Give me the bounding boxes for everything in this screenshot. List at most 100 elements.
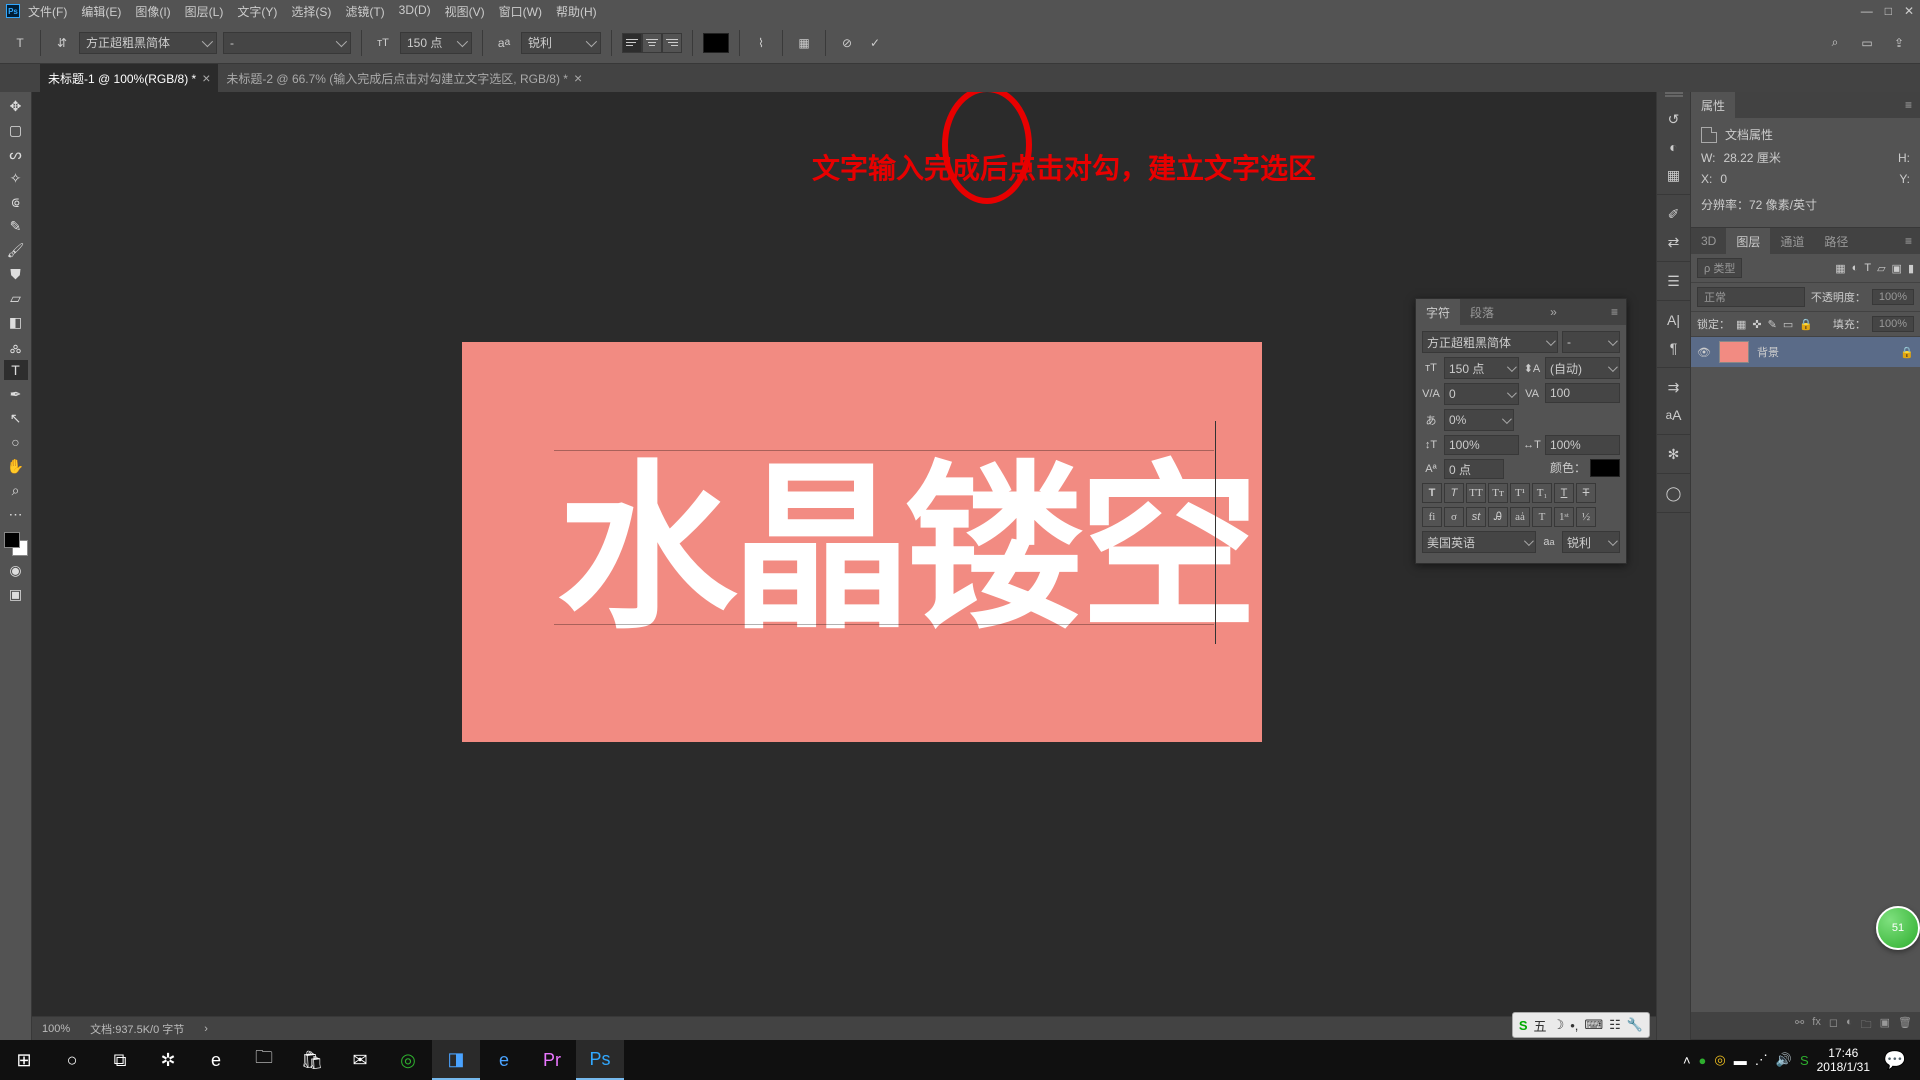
canvas-area[interactable]: 文字输入完成后点击对勾，建立文字选区 水晶镂空	[32, 92, 1656, 1040]
font-style-select[interactable]: -	[223, 32, 351, 54]
char-baseline[interactable]: 0 点	[1444, 459, 1504, 479]
strikethrough[interactable]: T	[1576, 483, 1596, 503]
char-style-select[interactable]: -	[1562, 331, 1620, 353]
minimize-button[interactable]: —	[1861, 4, 1873, 18]
ime-punct-icon[interactable]: •,	[1570, 1018, 1578, 1033]
char-leading[interactable]: (自动)	[1545, 357, 1620, 379]
taskbar-clock[interactable]: 17:46 2018/1/31	[1817, 1046, 1870, 1074]
floating-widget[interactable]: 51	[1876, 906, 1920, 950]
ime-skin-icon[interactable]: ☷	[1609, 1017, 1621, 1033]
lasso-tool[interactable]: ᔕ	[4, 144, 28, 164]
tray-wifi-icon[interactable]: ⋰	[1755, 1052, 1768, 1068]
tray-yellow-icon[interactable]: ◎	[1714, 1052, 1725, 1068]
cc-libraries-icon[interactable]: ◯	[1665, 484, 1683, 502]
styles-panel-icon[interactable]: ⇉	[1665, 378, 1683, 396]
menu-select[interactable]: 选择(S)	[291, 3, 331, 20]
layers-tab[interactable]: 图层	[1726, 228, 1770, 254]
char-vpct[interactable]: 100%	[1444, 435, 1519, 455]
char-tracking[interactable]: 100	[1545, 383, 1620, 403]
swatches-panel-icon[interactable]: ▦	[1665, 166, 1683, 184]
doc-tab-2[interactable]: 未标题-2 @ 66.7% (输入完成后点击对勾建立文字选区, RGB/8) *…	[218, 64, 590, 92]
lock-nested-icon[interactable]: ▭	[1783, 318, 1793, 331]
libraries-panel-icon[interactable]: ☰	[1665, 272, 1683, 290]
anti-alias-select[interactable]: 锐利	[521, 32, 601, 54]
char-size[interactable]: 150 点	[1444, 357, 1519, 379]
ime-mode[interactable]: 五	[1534, 1016, 1547, 1035]
align-left-button[interactable]	[622, 33, 642, 53]
panel-menu-icon[interactable]: ≡	[1603, 305, 1626, 319]
filter-adjust-icon[interactable]: ◐	[1852, 262, 1859, 274]
taskbar-360[interactable]: ◎	[384, 1040, 432, 1080]
menu-type[interactable]: 文字(Y)	[237, 3, 277, 20]
text-color-swatch[interactable]	[703, 33, 729, 53]
char-font-select[interactable]: 方正超粗黑简体	[1422, 331, 1558, 353]
ime-settings-icon[interactable]: 🔧	[1627, 1017, 1643, 1033]
tray-volume-icon[interactable]: 🔊	[1776, 1052, 1792, 1068]
all-caps[interactable]: TT	[1466, 483, 1486, 503]
menu-filter[interactable]: 滤镜(T)	[345, 3, 384, 20]
char-panel-icon[interactable]: A|	[1665, 311, 1683, 329]
tray-green-icon[interactable]: ●	[1699, 1053, 1707, 1068]
fx-icon[interactable]: fx	[1812, 1016, 1821, 1035]
character-tab[interactable]: 字符	[1416, 299, 1460, 325]
screen-mode-button[interactable]: ▣	[4, 584, 28, 604]
pen-tool[interactable]: ✒	[4, 384, 28, 404]
shape-tool[interactable]: ○	[4, 432, 28, 452]
dodge-tool[interactable]: 🝆	[4, 336, 28, 356]
layer-row-background[interactable]: 👁 背景 🔒	[1691, 337, 1920, 367]
doc-info[interactable]: 文档:937.5K/0 字节	[90, 1021, 184, 1037]
doc-tab-1[interactable]: 未标题-1 @ 100%(RGB/8) *×	[40, 64, 218, 92]
glyphs-panel-icon[interactable]: aA	[1665, 406, 1683, 424]
chevron-right-icon[interactable]: ›	[204, 1023, 208, 1035]
close-icon[interactable]: ×	[574, 70, 582, 86]
char-panel-button[interactable]: ▦	[793, 32, 815, 54]
edit-toolbar[interactable]: ⋯	[4, 504, 28, 524]
share-icon[interactable]: ⇪	[1888, 32, 1910, 54]
ime-moon-icon[interactable]: ☽	[1553, 1017, 1565, 1033]
mask-icon[interactable]: ◻	[1829, 1016, 1838, 1035]
fill-value[interactable]: 100%	[1872, 316, 1914, 332]
swash[interactable]: Ꭿ	[1488, 507, 1508, 527]
filter-smart-icon[interactable]: ▣	[1892, 262, 1902, 275]
brush-tool[interactable]: 🖌	[4, 240, 28, 260]
collapse-icon[interactable]: »	[1542, 305, 1565, 319]
task-view-button[interactable]: ⧉	[96, 1040, 144, 1080]
opacity-value[interactable]: 100%	[1872, 289, 1914, 305]
filter-shape-icon[interactable]: ▱	[1877, 262, 1885, 275]
menu-view[interactable]: 视图(V)	[445, 3, 485, 20]
close-button[interactable]: ✕	[1904, 4, 1914, 18]
history-panel-icon[interactable]: ↺	[1665, 110, 1683, 128]
tray-chevron-icon[interactable]: ˄	[1683, 1053, 1691, 1068]
menu-help[interactable]: 帮助(H)	[556, 3, 597, 20]
brush-panel-icon[interactable]: ✐	[1665, 205, 1683, 223]
contextual-alt[interactable]: σ	[1444, 507, 1464, 527]
type-tool[interactable]: T	[4, 360, 28, 380]
discretionary-lig[interactable]: st	[1466, 507, 1486, 527]
align-center-button[interactable]	[642, 33, 662, 53]
layer-name[interactable]: 背景	[1757, 344, 1779, 360]
ordinals[interactable]: 1ˢᵗ	[1554, 507, 1574, 527]
char-language[interactable]: 美国英语	[1422, 531, 1536, 553]
eyedropper-tool[interactable]: ✎	[4, 216, 28, 236]
warp-text-button[interactable]: ⌇	[750, 32, 772, 54]
lock-pos-icon[interactable]: ✜	[1752, 318, 1761, 331]
action-center-button[interactable]: 💬	[1878, 1040, 1912, 1080]
faux-bold[interactable]: T	[1422, 483, 1442, 503]
delete-layer-icon[interactable]: 🗑	[1898, 1016, 1912, 1035]
char-hpct[interactable]: 100%	[1545, 435, 1620, 455]
char-antialias[interactable]: 锐利	[1562, 531, 1620, 553]
tray-battery-icon[interactable]: ▬	[1734, 1053, 1747, 1068]
layer-thumbnail[interactable]	[1719, 341, 1749, 363]
eraser-tool[interactable]: ▱	[4, 288, 28, 308]
taskbar-explorer[interactable]: 🗀	[240, 1040, 288, 1080]
filter-type-icon[interactable]: T	[1864, 262, 1871, 274]
lock-icon[interactable]: 🔒	[1799, 318, 1813, 331]
menu-image[interactable]: 图像(I)	[135, 3, 170, 20]
menu-file[interactable]: 文件(F)	[28, 3, 67, 20]
para-panel-icon[interactable]: ¶	[1665, 339, 1683, 357]
taskbar-photoshop[interactable]: Ps	[576, 1040, 624, 1080]
adjust-layer-icon[interactable]: ◐	[1846, 1016, 1853, 1035]
commit-edit-button[interactable]: ✓	[864, 32, 886, 54]
path-select-tool[interactable]: ↖	[4, 408, 28, 428]
underline[interactable]: T	[1554, 483, 1574, 503]
